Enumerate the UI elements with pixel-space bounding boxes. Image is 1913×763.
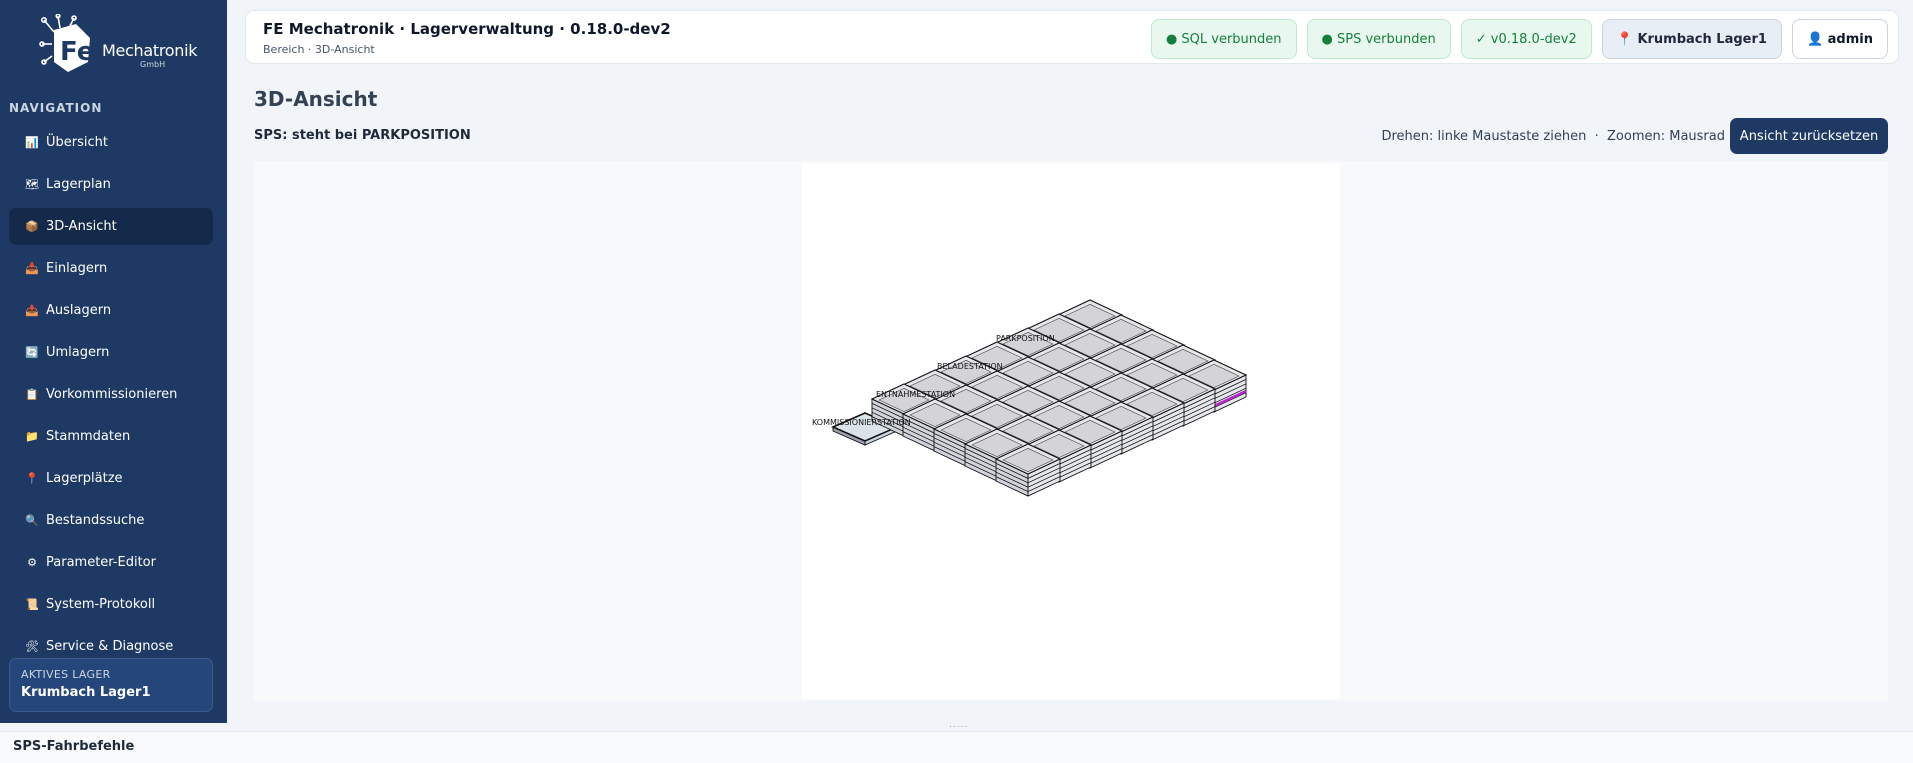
resize-handle[interactable]: ..... (949, 720, 968, 730)
user-menu-button[interactable]: 👤 admin (1791, 19, 1888, 59)
outbox-icon: 📤 (25, 304, 39, 317)
version-badge[interactable]: ✓ v0.18.0-dev2 (1460, 19, 1592, 59)
station-label: PARKPOSITION (996, 334, 1055, 343)
svg-text:Fe: Fe (60, 37, 94, 67)
sidebar-item-label: Lagerplätze (46, 471, 123, 486)
app-title: FE Mechatronik · Lagerverwaltung · 0.18.… (263, 20, 671, 38)
header: FE Mechatronik · Lagerverwaltung · 0.18.… (245, 10, 1899, 64)
sps-status-badge[interactable]: ● SPS verbunden (1306, 19, 1451, 59)
sidebar-item-label: Lagerplan (46, 177, 111, 192)
warehouse-3d-scene[interactable]: PARKPOSITION BELADESTATION ENTNAHMESTATION… (802, 163, 1340, 699)
station-label: KOMMISSIONIERSTATION (812, 418, 911, 427)
sidebar-item-übersicht[interactable]: 📊 Übersicht (9, 124, 213, 161)
sps-status-text: SPS: steht bei PARKPOSITION (254, 128, 471, 143)
tools-icon: 🛠 (25, 640, 39, 653)
nav-list: 📊 Übersicht 🗺 Lagerplan 📦 3D-Ansicht 📥 Einlager… (9, 124, 213, 670)
scroll-icon: 📜 (25, 598, 39, 611)
sidebar-item-label: Umlagern (46, 345, 110, 360)
gear-icon: ⚙ (27, 556, 37, 569)
brand-name: Mechatronik (102, 41, 198, 60)
sidebar-item-label: 3D-Ansicht (46, 219, 117, 234)
clipboard-icon: 📋 (25, 388, 39, 401)
sidebar-item-label: Bestandssuche (46, 513, 145, 528)
sidebar-item-auslagern[interactable]: 📤 Auslagern (9, 292, 213, 329)
active-lager-label: AKTIVES LAGER (21, 668, 111, 681)
pin-icon: 📍 (25, 472, 39, 485)
sidebar-item-stammdaten[interactable]: 📁 Stammdaten (9, 418, 213, 455)
sidebar-item-einlagern[interactable]: 📥 Einlagern (9, 250, 213, 287)
active-lager-box: AKTIVES LAGER Krumbach Lager1 (9, 658, 213, 712)
sidebar-item-label: System-Protokoll (46, 597, 156, 612)
station-label: ENTNAHMESTATION (876, 390, 955, 399)
sidebar-item-label: Vorkommissionieren (46, 387, 178, 402)
refresh-icon: 🔄 (25, 346, 39, 359)
bottom-panel-title[interactable]: SPS-Fahrbefehle (13, 739, 134, 754)
status-chips: ● SQL verbunden ● SPS verbunden ✓ v0.18.… (1150, 19, 1888, 59)
logo-mark-icon: Fe (39, 14, 94, 72)
app-root: Fe Mechatronik GmbH NAVIGATION 📊 Übersich… (0, 0, 1913, 763)
sidebar-item-lagerplätze[interactable]: 📍 Lagerplätze (9, 460, 213, 497)
sidebar-item-label: Übersicht (46, 135, 108, 150)
rotate-hint: Drehen: linke Maustaste ziehen (1381, 129, 1587, 144)
page-title: 3D-Ansicht (254, 87, 378, 111)
sidebar-item-label: Auslagern (46, 303, 112, 318)
map-icon: 🗺 (25, 178, 39, 191)
sidebar-item-3d-ansicht[interactable]: 📦 3D-Ansicht (9, 208, 213, 245)
reset-view-button[interactable]: Ansicht zurücksetzen (1730, 118, 1888, 154)
sidebar-item-system-protokoll[interactable]: 📜 System-Protokoll (9, 586, 213, 623)
chart-icon: 📊 (25, 136, 39, 149)
hint-separator: · (1594, 129, 1599, 144)
control-hints: Drehen: linke Maustaste ziehen · Zoomen:… (1381, 129, 1725, 144)
zoom-hint: Zoomen: Mausrad (1607, 129, 1725, 144)
sidebar-item-label: Service & Diagnose (46, 639, 174, 654)
nav-heading: NAVIGATION (9, 101, 103, 115)
sidebar: Fe Mechatronik GmbH NAVIGATION 📊 Übersich… (0, 0, 227, 723)
breadcrumb: Bereich · 3D-Ansicht (263, 43, 375, 56)
inbox-icon: 📥 (25, 262, 39, 275)
sidebar-item-umlagern[interactable]: 🔄 Umlagern (9, 334, 213, 371)
sidebar-item-parameter-editor[interactable]: ⚙ Parameter-Editor (9, 544, 213, 581)
location-selector[interactable]: 📍 Krumbach Lager1 (1601, 19, 1782, 59)
3d-canvas[interactable]: PARKPOSITION BELADESTATION ENTNAHMESTATION… (802, 163, 1340, 699)
folder-icon: 📁 (25, 430, 39, 443)
logo: Fe Mechatronik GmbH (38, 14, 198, 80)
sidebar-item-label: Einlagern (46, 261, 108, 276)
active-lager-value: Krumbach Lager1 (21, 685, 151, 700)
station-label: BELADESTATION (937, 362, 1003, 371)
sql-status-badge[interactable]: ● SQL verbunden (1150, 19, 1297, 59)
bottom-panel: SPS-Fahrbefehle (0, 731, 1913, 763)
brand-sub: GmbH (140, 60, 166, 69)
sidebar-item-bestandssuche[interactable]: 🔍 Bestandssuche (9, 502, 213, 539)
box-icon: 📦 (25, 220, 39, 233)
sidebar-item-lagerplan[interactable]: 🗺 Lagerplan (9, 166, 213, 203)
search-icon: 🔍 (25, 514, 39, 527)
sidebar-item-label: Stammdaten (46, 429, 131, 444)
sidebar-item-vorkommissionieren[interactable]: 📋 Vorkommissionieren (9, 376, 213, 413)
sidebar-item-label: Parameter-Editor (46, 555, 156, 570)
